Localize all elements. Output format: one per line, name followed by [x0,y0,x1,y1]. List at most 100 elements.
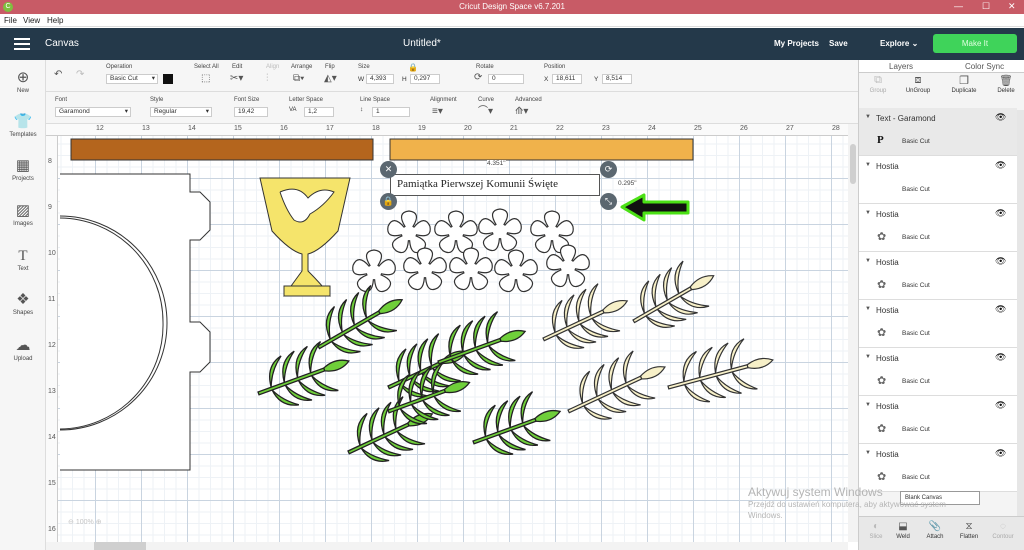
design-canvas[interactable]: ⊖ 100% ⊕ [58,136,848,542]
line-space-input[interactable]: 1 [372,107,410,117]
layer-item[interactable]: ▼ Hostia 👁 ✿ Basic Cut [859,300,1017,348]
hamburger-menu-icon[interactable] [14,38,30,50]
tab-layers[interactable]: Layers [889,62,913,71]
align-icon[interactable]: ⫶ [266,73,269,85]
sidebar-shapes[interactable]: ❖ Shapes [0,292,46,317]
font-size-input[interactable]: 19,42 [234,107,268,117]
layer-item[interactable]: ▼ Hostia 👁 ✿ Basic Cut [859,396,1017,444]
vertical-scrollbar[interactable] [848,124,858,542]
undo-icon[interactable]: ↶ [54,69,62,81]
leaf-branch-shape [667,338,774,403]
eye-icon[interactable]: 👁 [995,448,1006,459]
eye-icon[interactable]: 👁 [995,160,1006,171]
eye-icon[interactable]: 👁 [995,208,1006,219]
letter-space-icon: VA [289,107,297,113]
eye-icon[interactable]: 👁 [995,256,1006,267]
sidebar-upload[interactable]: ☁ Upload [0,338,46,363]
arrange-icon[interactable]: ⧉▾ [293,73,304,85]
caret-icon[interactable]: ▼ [865,354,871,360]
letter-space-input[interactable]: 1,2 [304,107,334,117]
edit-scissors-icon[interactable]: ✂▾ [230,73,243,85]
my-projects-link[interactable]: My Projects [774,39,819,48]
explore-menu[interactable]: Explore ⌄ [880,39,918,48]
resize-handle-icon[interactable]: ⤡ [600,193,617,210]
sidebar-text[interactable]: T Text [0,248,46,272]
operation-select[interactable]: Basic Cut ▾ [106,74,158,84]
position-x-input[interactable]: 18,611 [552,74,582,84]
ruler-left-tick: 14 [48,434,56,441]
flip-icon[interactable]: ◭▾ [324,73,337,85]
layer-item[interactable]: ▼ Hostia 👁 Basic Cut [859,156,1017,204]
tab-color-sync[interactable]: Color Sync [965,62,1004,71]
layer-name: Hostia [876,402,899,411]
width-input[interactable]: 4,393 [366,74,394,84]
minimize-button[interactable]: — [954,1,963,11]
select-all-label: Select All [194,64,219,70]
sidebar-new[interactable]: ⊕ New [0,70,46,95]
align-left-icon[interactable]: ≡▾ [432,106,443,118]
selected-text[interactable]: Pamiątka Pierwszej Komunii Święte [397,178,558,190]
zoom-in-icon[interactable]: ⊕ [96,519,102,526]
horizontal-scroll-thumb[interactable] [94,542,146,550]
select-all-icon[interactable]: ⬚ [201,73,210,85]
close-window-button[interactable]: ✕ [1008,1,1016,12]
redo-icon[interactable]: ↷ [76,69,84,81]
duplicate-button[interactable]: ❐ Duplicate [945,74,983,94]
font-select[interactable]: Garamond ▾ [55,107,131,117]
orange-bar-shape [389,138,694,161]
layer-item[interactable]: ▼ Hostia 👁 ✿ Basic Cut [859,204,1017,252]
layer-name: Hostia [876,210,899,219]
menu-file[interactable]: File [4,16,17,25]
maximize-button[interactable]: ☐ [982,1,990,12]
ungroup-button[interactable]: ⧈ UnGroup [899,74,937,94]
lock-handle-icon[interactable]: 🔒 [380,193,397,210]
eye-icon[interactable]: 👁 [995,304,1006,315]
sidebar-images[interactable]: ▨ Images [0,203,46,228]
menu-view[interactable]: View [23,16,40,25]
color-swatch[interactable] [163,74,173,84]
eye-icon[interactable]: 👁 [995,400,1006,411]
flatten-button[interactable]: ⧖ Flatten [952,521,986,540]
caret-icon[interactable]: ▼ [865,114,871,120]
vertical-scroll-thumb[interactable] [850,144,856,184]
horizontal-scrollbar[interactable] [46,542,848,550]
style-select[interactable]: Regular ▾ [150,107,212,117]
make-it-button[interactable]: Make It [933,34,1017,53]
save-link[interactable]: Save [829,39,848,48]
sidebar-templates[interactable]: 👕 Templates [0,114,46,139]
weld-button[interactable]: ⬓ Weld [886,521,920,540]
delete-handle-icon[interactable]: ✕ [380,161,397,178]
layer-item[interactable]: ▼ Text - Garamond 👁 P Basic Cut [859,108,1017,156]
attach-button[interactable]: 📎 Attach [918,521,952,540]
caret-icon[interactable]: ▼ [865,162,871,168]
position-y-input[interactable]: 8,514 [602,74,632,84]
flip-label: Flip [325,64,335,70]
zoom-control[interactable]: ⊖ 100% ⊕ [68,518,102,526]
eye-icon[interactable]: 👁 [995,112,1006,123]
flowers-group [352,208,590,293]
group-button[interactable]: ⧉ Group [859,74,897,94]
caret-icon[interactable]: ▼ [865,450,871,456]
layer-item[interactable]: ▼ Hostia 👁 ✿ Basic Cut [859,252,1017,300]
layers-scrollbar[interactable] [1017,110,1024,516]
contour-button[interactable]: ◌ Contour [986,521,1020,540]
chevron-down-icon: ▾ [124,108,128,115]
zoom-out-icon[interactable]: ⊖ [68,519,74,526]
layer-operation: Basic Cut [902,282,930,289]
advanced-icon[interactable]: ⟰▾ [515,106,528,118]
alignment-label: Alignment [430,97,457,103]
rotate-handle-icon[interactable]: ⟳ [600,161,617,178]
delete-button[interactable]: 🗑 Delete [987,74,1024,94]
height-input[interactable]: 0,297 [410,74,440,84]
rotate-input[interactable]: 0 [488,74,524,84]
lock-icon[interactable]: 🔒 [408,62,418,74]
layer-item[interactable]: ▼ Hostia 👁 ✿ Basic Cut [859,348,1017,396]
caret-icon[interactable]: ▼ [865,306,871,312]
caret-icon[interactable]: ▼ [865,258,871,264]
curve-icon[interactable]: ⌒▾ [478,106,493,118]
menu-help[interactable]: Help [47,16,63,25]
caret-icon[interactable]: ▼ [865,402,871,408]
sidebar-projects[interactable]: ▦ Projects [0,158,46,183]
caret-icon[interactable]: ▼ [865,210,871,216]
eye-icon[interactable]: 👁 [995,352,1006,363]
